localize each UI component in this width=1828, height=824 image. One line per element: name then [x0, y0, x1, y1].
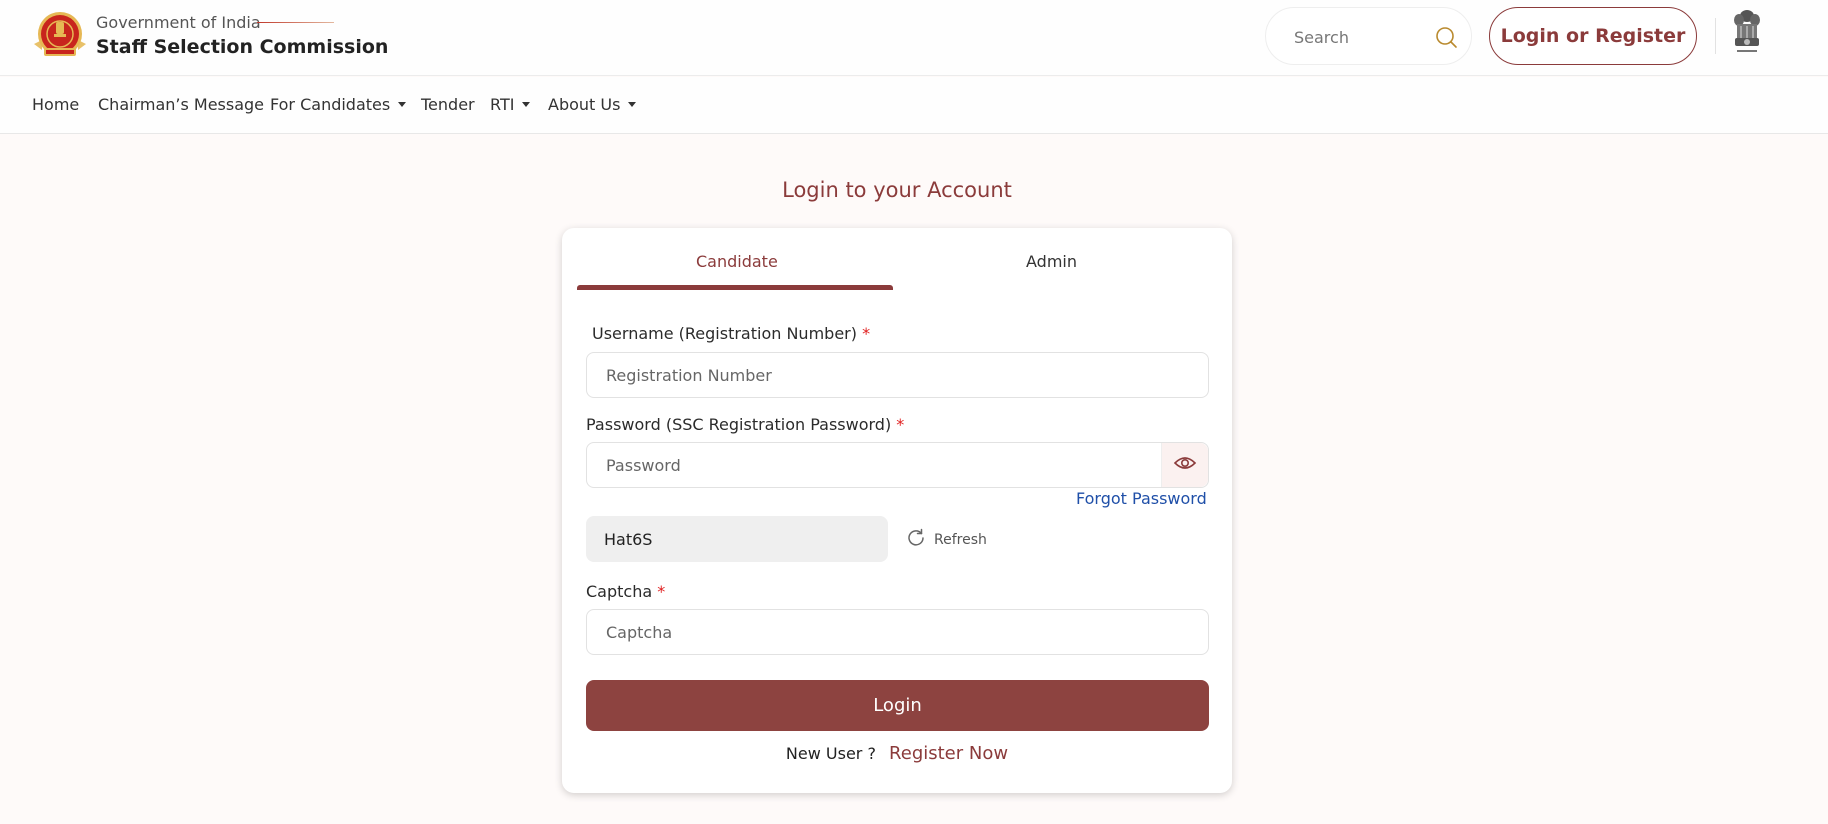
site-header: Government of India Staff Selection Comm… [0, 0, 1828, 76]
nav-item-tender[interactable]: Tender [421, 95, 475, 114]
captcha-image: Hat6S [586, 516, 888, 562]
register-now-link[interactable]: Register Now [889, 743, 1008, 764]
brand-divider-line [257, 22, 334, 23]
toggle-password-visibility-button[interactable] [1161, 443, 1208, 487]
active-tab-indicator [577, 285, 893, 290]
caret-down-icon [522, 102, 531, 107]
login-button[interactable]: Login [586, 680, 1209, 731]
brand-subtitle: Government of India [96, 13, 261, 32]
tab-admin[interactable]: Admin [1026, 252, 1077, 271]
refresh-icon [906, 528, 934, 552]
new-user-row: New User ? Register Now [562, 743, 1232, 764]
new-user-text: New User ? [785, 744, 876, 763]
nav-item-rti[interactable]: RTI [490, 95, 531, 114]
required-mark: * [896, 415, 905, 434]
ssc-logo-icon[interactable] [30, 10, 90, 62]
eye-icon [1173, 454, 1197, 476]
captcha-label-text: Captcha [586, 582, 653, 601]
password-label-text: Password (SSC Registration Password) [586, 415, 892, 434]
nav-item-label: About Us [548, 95, 621, 114]
search-input[interactable] [1294, 26, 1424, 48]
username-label-text: Username (Registration Number) [592, 324, 857, 343]
username-input[interactable] [586, 352, 1209, 398]
brand-title: Staff Selection Commission [96, 36, 389, 58]
password-input[interactable] [586, 442, 1209, 488]
main-nav: Home Chairman’s Message For Candidates T… [0, 77, 1828, 134]
caret-down-icon [398, 102, 407, 107]
tab-candidate[interactable]: Candidate [696, 252, 778, 271]
nav-item-label: Chairman’s Message [98, 95, 265, 114]
header-divider [1715, 18, 1716, 54]
nav-item-label: Home [32, 95, 80, 114]
national-emblem-icon [1731, 6, 1763, 58]
nav-item-label: RTI [490, 95, 515, 114]
refresh-captcha-button[interactable]: Refresh [906, 528, 987, 552]
password-label: Password (SSC Registration Password) * [586, 415, 904, 434]
nav-item-label: Tender [421, 95, 475, 114]
nav-item-home[interactable]: Home [32, 95, 79, 114]
username-label: Username (Registration Number) * [592, 324, 870, 343]
refresh-label: Refresh [934, 532, 987, 548]
captcha-input[interactable] [586, 609, 1209, 655]
forgot-password-link[interactable]: Forgot Password [1076, 489, 1207, 508]
search-icon[interactable] [1434, 25, 1458, 49]
required-mark: * [862, 324, 871, 343]
caret-down-icon [628, 102, 637, 107]
nav-item-about-us[interactable]: About Us [548, 95, 637, 114]
captcha-label: Captcha * [586, 582, 665, 601]
nav-item-label: For Candidates [270, 95, 391, 114]
nav-item-for-candidates[interactable]: For Candidates [270, 95, 407, 114]
required-mark: * [657, 582, 666, 601]
login-card: Candidate Admin Username (Registration N… [562, 228, 1232, 793]
nav-item-chairmans-message[interactable]: Chairman’s Message [98, 95, 264, 114]
search-box [1265, 7, 1472, 65]
page-title: Login to your Account [782, 178, 1012, 202]
login-or-register-button[interactable]: Login or Register [1489, 7, 1697, 65]
